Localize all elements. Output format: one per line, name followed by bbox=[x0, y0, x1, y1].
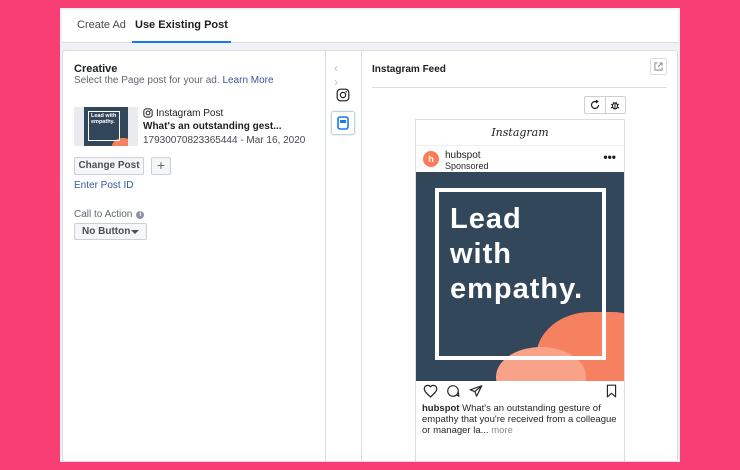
refresh-icon bbox=[590, 100, 599, 110]
instagram-feed-preview: Instagram h hubspot Sponsored ••• Lead w… bbox=[415, 119, 625, 461]
enter-post-id-link[interactable]: Enter Post ID bbox=[74, 180, 133, 191]
change-post-button[interactable]: Change Post bbox=[74, 157, 144, 175]
tab-bar: Create Ad Use Existing Post bbox=[62, 10, 678, 43]
bug-icon bbox=[610, 101, 620, 110]
tab-use-existing-post[interactable]: Use Existing Post bbox=[132, 10, 231, 43]
open-preview-button[interactable] bbox=[650, 58, 667, 75]
post-thumbnail: Lead with empathy. bbox=[74, 107, 138, 146]
post-type-label: Instagram Post bbox=[156, 107, 224, 119]
account-name: hubspot bbox=[445, 150, 481, 161]
refresh-button[interactable] bbox=[585, 97, 605, 113]
add-post-button[interactable]: + bbox=[151, 157, 171, 175]
preview-panel: Instagram Feed Instagram h hubspot Spons… bbox=[362, 51, 677, 461]
caret-down-icon bbox=[131, 230, 139, 234]
instagram-icon bbox=[143, 108, 153, 118]
call-to-action-label: Call to Action i bbox=[74, 209, 145, 220]
divider bbox=[372, 87, 667, 88]
ads-manager-panel: Create Ad Use Existing Post Creative Sel… bbox=[60, 8, 680, 462]
creative-subtitle: Select the Page post for your ad. Learn … bbox=[74, 75, 274, 86]
instagram-placement-button[interactable] bbox=[331, 83, 355, 107]
creative-panel: Creative Select the Page post for your a… bbox=[63, 51, 326, 461]
caption-more-link[interactable]: more bbox=[491, 425, 513, 436]
creative-title: Creative bbox=[74, 63, 118, 75]
tab-create-ad[interactable]: Create Ad bbox=[74, 10, 129, 43]
placement-rail: ‹ › bbox=[326, 51, 362, 461]
post-details: Instagram Post What's an outstanding ges… bbox=[143, 107, 323, 147]
post-type: Instagram Post bbox=[143, 107, 323, 119]
post-header: h hubspot Sponsored ••• bbox=[416, 146, 624, 172]
more-options-icon[interactable]: ••• bbox=[603, 150, 616, 164]
caption-username[interactable]: hubspot bbox=[422, 403, 459, 414]
post-caption: hubspot What's an outstanding gesture of… bbox=[416, 403, 624, 436]
heart-icon[interactable] bbox=[423, 384, 438, 398]
thumbnail-text: Lead with empathy. bbox=[91, 113, 117, 125]
instagram-icon bbox=[336, 88, 350, 102]
feed-placement-button[interactable] bbox=[331, 111, 355, 135]
learn-more-link[interactable]: Learn More bbox=[222, 75, 273, 86]
post-title: What's an outstanding gest... bbox=[143, 121, 282, 132]
info-icon[interactable]: i bbox=[136, 210, 145, 219]
share-icon[interactable] bbox=[469, 384, 483, 398]
avatar: h bbox=[423, 151, 439, 167]
post-id-date: 17930070823365444 - Mar 16, 2020 bbox=[143, 135, 306, 146]
content-area: Creative Select the Page post for your a… bbox=[62, 50, 678, 462]
sponsored-label: Sponsored bbox=[445, 161, 489, 171]
mobile-feed-icon bbox=[337, 116, 349, 130]
preview-tools bbox=[584, 96, 626, 114]
ad-creative-image: Lead with empathy. bbox=[416, 172, 624, 381]
comment-icon[interactable] bbox=[446, 384, 460, 398]
bookmark-icon[interactable] bbox=[606, 384, 617, 398]
instagram-wordmark: Instagram bbox=[416, 120, 624, 146]
placement-title: Instagram Feed bbox=[372, 64, 446, 75]
post-actions bbox=[416, 381, 624, 403]
creative-headline: Lead with empathy. bbox=[450, 203, 584, 305]
external-link-icon bbox=[654, 62, 663, 71]
call-to-action-select[interactable]: No Button bbox=[74, 223, 147, 240]
report-bug-button[interactable] bbox=[604, 97, 626, 113]
